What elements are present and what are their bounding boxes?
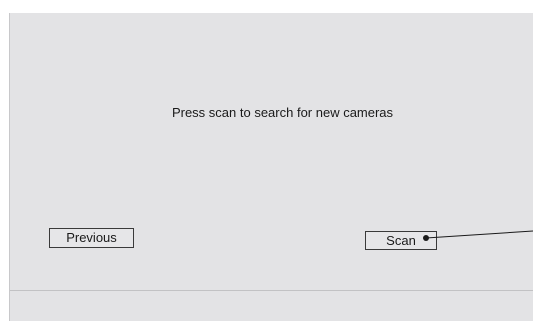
scan-button[interactable]: Scan bbox=[365, 231, 437, 250]
camera-setup-page: Press scan to search for new cameras Pre… bbox=[0, 0, 533, 321]
footer-divider bbox=[10, 290, 533, 291]
scan-instruction-text: Press scan to search for new cameras bbox=[171, 105, 394, 120]
previous-button[interactable]: Previous bbox=[49, 228, 134, 248]
camera-scan-panel: Press scan to search for new cameras Pre… bbox=[9, 13, 533, 321]
